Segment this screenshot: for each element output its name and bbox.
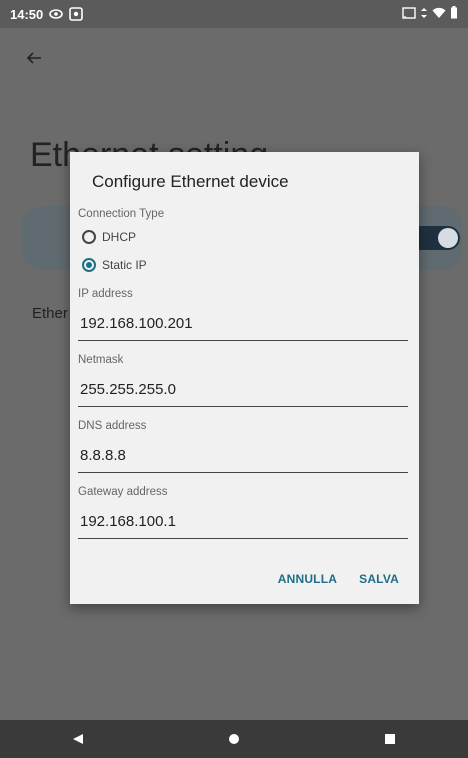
back-button[interactable] (22, 46, 46, 70)
dns-address-underline (78, 472, 408, 473)
eye-icon (49, 7, 64, 21)
netmask-field[interactable]: 255.255.255.0 (78, 380, 408, 407)
save-button[interactable]: SALVA (359, 572, 399, 586)
nav-home-button[interactable] (219, 724, 249, 754)
gateway-address-field[interactable]: 192.168.100.1 (78, 512, 408, 539)
dns-address-field[interactable]: 8.8.8.8 (78, 446, 408, 473)
dialog-actions: ANNULLA SALVA (278, 572, 399, 586)
nav-back-button[interactable] (63, 724, 93, 754)
back-arrow-icon (26, 52, 41, 64)
status-bar: 14:50 (0, 0, 468, 28)
toggle-knob (438, 228, 458, 248)
radio-dhcp-label: DHCP (102, 230, 137, 244)
nav-recents-icon (385, 734, 395, 744)
gateway-address-label: Gateway address (78, 486, 168, 498)
dialog-title: Configure Ethernet device (92, 172, 289, 191)
gateway-address-value[interactable]: 192.168.100.1 (78, 512, 408, 532)
ip-address-underline (78, 340, 408, 341)
nav-home-icon (229, 734, 239, 744)
radio-dhcp[interactable]: DHCP (82, 230, 136, 244)
nav-recents-button[interactable] (375, 724, 405, 754)
wifi-icon (432, 7, 446, 22)
radio-static-ip-button[interactable] (82, 258, 96, 272)
ip-address-label: IP address (78, 288, 133, 300)
data-arrows-icon (420, 7, 428, 22)
gateway-address-underline (78, 538, 408, 539)
ip-address-field[interactable]: 192.168.100.201 (78, 314, 408, 341)
dns-address-value[interactable]: 8.8.8.8 (78, 446, 408, 466)
nav-back-icon (73, 734, 83, 744)
ip-address-value[interactable]: 192.168.100.201 (78, 314, 408, 334)
radio-static-ip-label: Static IP (102, 258, 147, 272)
netmask-label: Netmask (78, 354, 124, 366)
connection-type-label: Connection Type (78, 208, 165, 220)
radio-static-ip[interactable]: Static IP (82, 258, 147, 272)
screen-record-icon (69, 7, 84, 21)
status-time: 14:50 (10, 6, 44, 22)
radio-dhcp-button[interactable] (82, 230, 96, 244)
configure-ethernet-dialog: Configure Ethernet device Connection Typ… (70, 152, 419, 604)
navigation-bar (0, 720, 468, 758)
ethernet-sub-label: Ether (32, 305, 68, 322)
netmask-underline (78, 406, 408, 407)
battery-icon (450, 6, 458, 22)
dns-address-label: DNS address (78, 420, 147, 432)
cast-icon (402, 6, 416, 22)
netmask-value[interactable]: 255.255.255.0 (78, 380, 408, 400)
cancel-button[interactable]: ANNULLA (278, 572, 337, 586)
